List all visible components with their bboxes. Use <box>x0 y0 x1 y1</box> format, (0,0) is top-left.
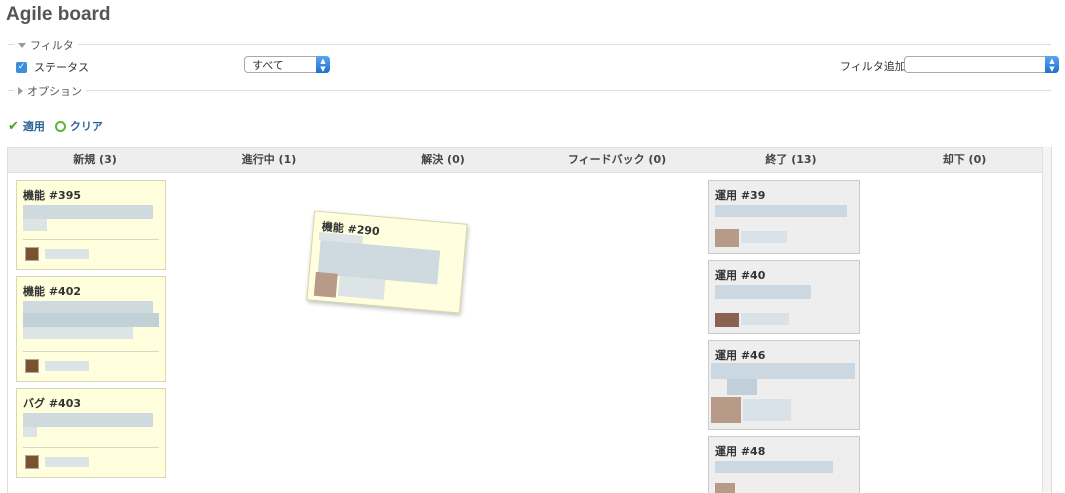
status-select[interactable]: すべて ▲ ▼ <box>244 56 330 73</box>
blurred-text <box>715 461 833 473</box>
avatar <box>711 397 741 423</box>
expand-triangle-icon <box>18 87 23 95</box>
card-divider <box>23 351 159 352</box>
avatar <box>715 229 739 247</box>
blurred-text <box>45 249 89 259</box>
issue-card-title: バグ #403 <box>23 397 82 410</box>
blurred-text <box>23 427 37 437</box>
blurred-text <box>741 231 787 243</box>
status-checkbox[interactable]: ✓ <box>16 61 27 73</box>
filter-actions: ✔ 適用 クリア <box>8 118 103 134</box>
blurred-text <box>337 275 386 300</box>
options-legend[interactable]: オプション <box>14 83 86 99</box>
card-divider <box>23 239 159 240</box>
blurred-text <box>741 313 789 325</box>
issue-card[interactable]: 機能 #402 <box>16 276 166 382</box>
blurred-text <box>715 285 811 299</box>
issue-card[interactable]: 機能 #395 <box>16 180 166 270</box>
avatar <box>25 359 39 373</box>
blurred-text <box>23 327 133 339</box>
column-header-feedback: フィードバック (0) <box>567 153 667 166</box>
blurred-text <box>23 301 153 313</box>
card-divider <box>23 447 159 448</box>
filter-legend[interactable]: フィルタ <box>14 37 78 53</box>
column-header-new: 新規 (3) <box>73 153 117 166</box>
avatar <box>25 455 39 469</box>
issue-card-title: 運用 #40 <box>715 269 766 282</box>
column-header-closed: 終了 (13) <box>765 153 817 166</box>
column-header-in-progress: 進行中 (1) <box>241 153 297 166</box>
agile-board: 新規 (3) 進行中 (1) 解決 (0) フィードバック (0) 終了 (13… <box>7 147 1052 493</box>
options-fieldset-line <box>8 90 1051 91</box>
board-scrollbar[interactable] <box>1042 147 1051 492</box>
status-select-value: すべて <box>252 59 284 72</box>
status-filter-label: ステータス <box>34 61 89 74</box>
checkmark-icon: ✓ <box>17 61 26 72</box>
blurred-text <box>23 313 159 327</box>
dragged-issue-card[interactable]: 機能 #290 <box>306 210 468 314</box>
collapse-triangle-icon <box>18 42 26 48</box>
filter-legend-label: フィルタ <box>30 39 74 52</box>
avatar <box>313 271 338 298</box>
blurred-text <box>23 413 153 427</box>
blurred-text <box>23 219 47 231</box>
issue-card-title: 機能 #395 <box>23 189 82 202</box>
clear-link[interactable]: クリア <box>70 118 103 134</box>
issue-card[interactable]: 運用 #39 <box>708 180 860 254</box>
blurred-text <box>715 205 847 217</box>
blurred-text <box>711 363 855 379</box>
options-legend-label: オプション <box>27 85 82 98</box>
add-filter-select[interactable]: ▲ ▼ <box>904 56 1059 73</box>
apply-link[interactable]: 適用 <box>23 118 45 134</box>
status-filter-row: ✓ ステータス <box>16 59 89 75</box>
blurred-text <box>743 399 791 421</box>
blurred-text <box>45 361 89 371</box>
issue-card-title: 運用 #46 <box>715 349 766 362</box>
blurred-text <box>727 379 757 395</box>
blurred-text <box>45 457 89 467</box>
issue-card[interactable]: 運用 #40 <box>708 260 860 334</box>
issue-card-title: 運用 #39 <box>715 189 766 202</box>
issue-card[interactable]: 運用 #48 <box>708 436 860 493</box>
blurred-text <box>23 205 153 219</box>
reload-icon <box>54 120 66 132</box>
column-header-rejected: 却下 (0) <box>942 153 987 166</box>
select-arrows-icon: ▲ ▼ <box>316 56 330 73</box>
filter-fieldset-line <box>8 44 1051 45</box>
issue-card-title: 運用 #48 <box>715 445 766 458</box>
issue-card[interactable]: 運用 #46 <box>708 340 860 430</box>
select-arrows-icon: ▲ ▼ <box>1045 56 1059 73</box>
column-header-resolved: 解決 (0) <box>421 153 465 166</box>
apply-check-icon: ✔ <box>8 118 19 134</box>
avatar <box>25 247 39 261</box>
add-filter-label: フィルタ追加 <box>840 60 906 73</box>
board-header: 新規 (3) 進行中 (1) 解決 (0) フィードバック (0) 終了 (13… <box>8 148 1051 173</box>
issue-card-title: 機能 #402 <box>23 285 82 298</box>
page-title: Agile board <box>6 4 111 25</box>
issue-card[interactable]: バグ #403 <box>16 388 166 478</box>
avatar <box>715 313 739 327</box>
